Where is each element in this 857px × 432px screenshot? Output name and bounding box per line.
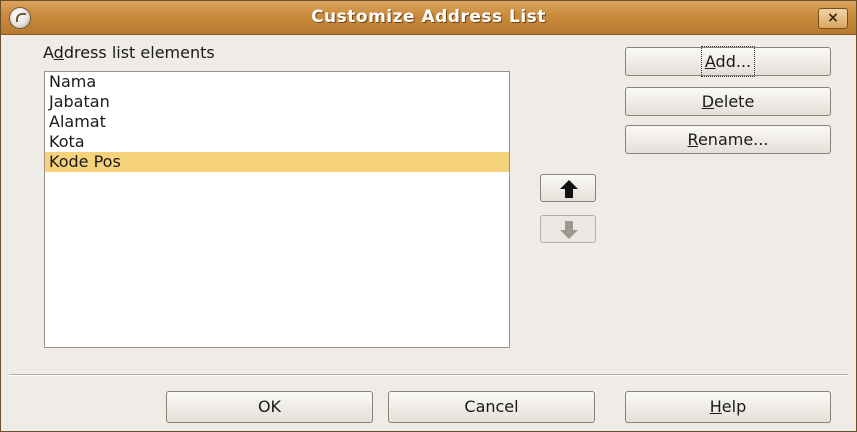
ok-button[interactable]: OK <box>166 391 373 423</box>
list-item[interactable]: Nama <box>45 72 509 92</box>
customize-address-list-dialog: Customize Address List × Address list el… <box>0 0 857 432</box>
list-item[interactable]: Jabatan <box>45 92 509 112</box>
address-list-elements-label: Address list elements <box>43 43 215 62</box>
cancel-button[interactable]: Cancel <box>388 391 595 423</box>
arrow-down-icon <box>560 221 578 239</box>
address-elements-listbox[interactable]: Nama Jabatan Alamat Kota Kode Pos <box>44 71 510 348</box>
footer-separator <box>9 374 848 376</box>
move-up-button[interactable] <box>540 174 596 202</box>
title-bar[interactable]: Customize Address List × <box>1 1 856 35</box>
add-button[interactable]: Add... <box>625 46 831 77</box>
list-item-selected[interactable]: Kode Pos <box>45 152 509 172</box>
list-item[interactable]: Alamat <box>45 112 509 132</box>
arrow-up-icon <box>560 180 578 198</box>
dialog-title: Customize Address List <box>311 7 546 27</box>
close-icon[interactable]: × <box>818 8 848 29</box>
move-down-button[interactable] <box>540 215 596 243</box>
rename-button[interactable]: Rename... <box>625 125 831 154</box>
delete-button[interactable]: Delete <box>625 87 831 116</box>
list-item[interactable]: Kota <box>45 132 509 152</box>
help-button[interactable]: Help <box>625 391 831 423</box>
